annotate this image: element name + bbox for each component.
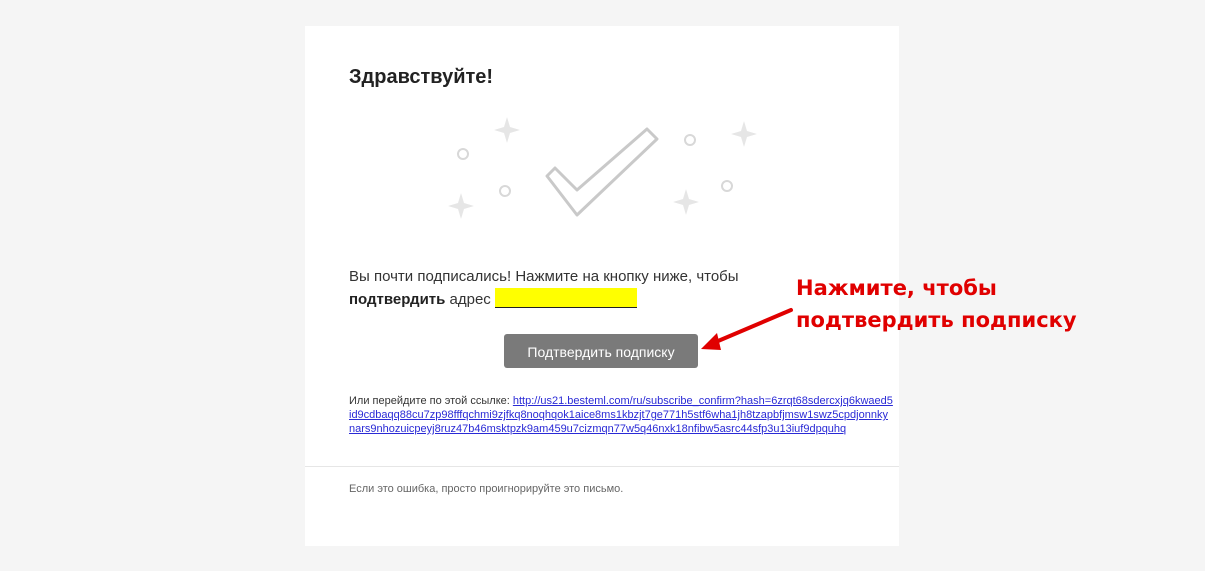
alternative-link-block: Или перейдите по этой ссылке: http://us2… bbox=[349, 394, 894, 436]
sparkle-icon bbox=[673, 189, 699, 215]
sparkle-icon bbox=[494, 117, 520, 143]
footer-divider bbox=[305, 466, 899, 467]
message-prefix: Вы почти подписались! Нажмите на кнопку … bbox=[349, 268, 739, 285]
annotation-callout: Нажмите, чтобы подтвердить подписку bbox=[796, 276, 1077, 332]
circle-icon bbox=[721, 180, 733, 192]
message-bold-confirm: подтвердить bbox=[349, 291, 446, 308]
confirm-subscription-button[interactable]: Подтвердить подписку bbox=[504, 334, 698, 368]
confirmation-illustration bbox=[445, 111, 765, 231]
message-suffix: адрес bbox=[449, 291, 491, 308]
sparkle-icon bbox=[448, 193, 474, 219]
annotation-arrow-icon bbox=[701, 308, 793, 350]
sparkle-icon bbox=[731, 121, 757, 147]
circle-icon bbox=[457, 148, 469, 160]
circle-icon bbox=[499, 185, 511, 197]
alt-link-label: Или перейдите по этой ссылке: bbox=[349, 395, 510, 407]
checkmark-illustration-svg bbox=[448, 117, 757, 219]
circle-icon bbox=[684, 134, 696, 146]
greeting-heading: Здравствуйте! bbox=[349, 66, 494, 88]
email-address-highlight bbox=[494, 288, 637, 308]
footer-note: Если это ошибка, просто проигнорируйте э… bbox=[349, 483, 624, 495]
checkmark-icon bbox=[545, 127, 659, 217]
